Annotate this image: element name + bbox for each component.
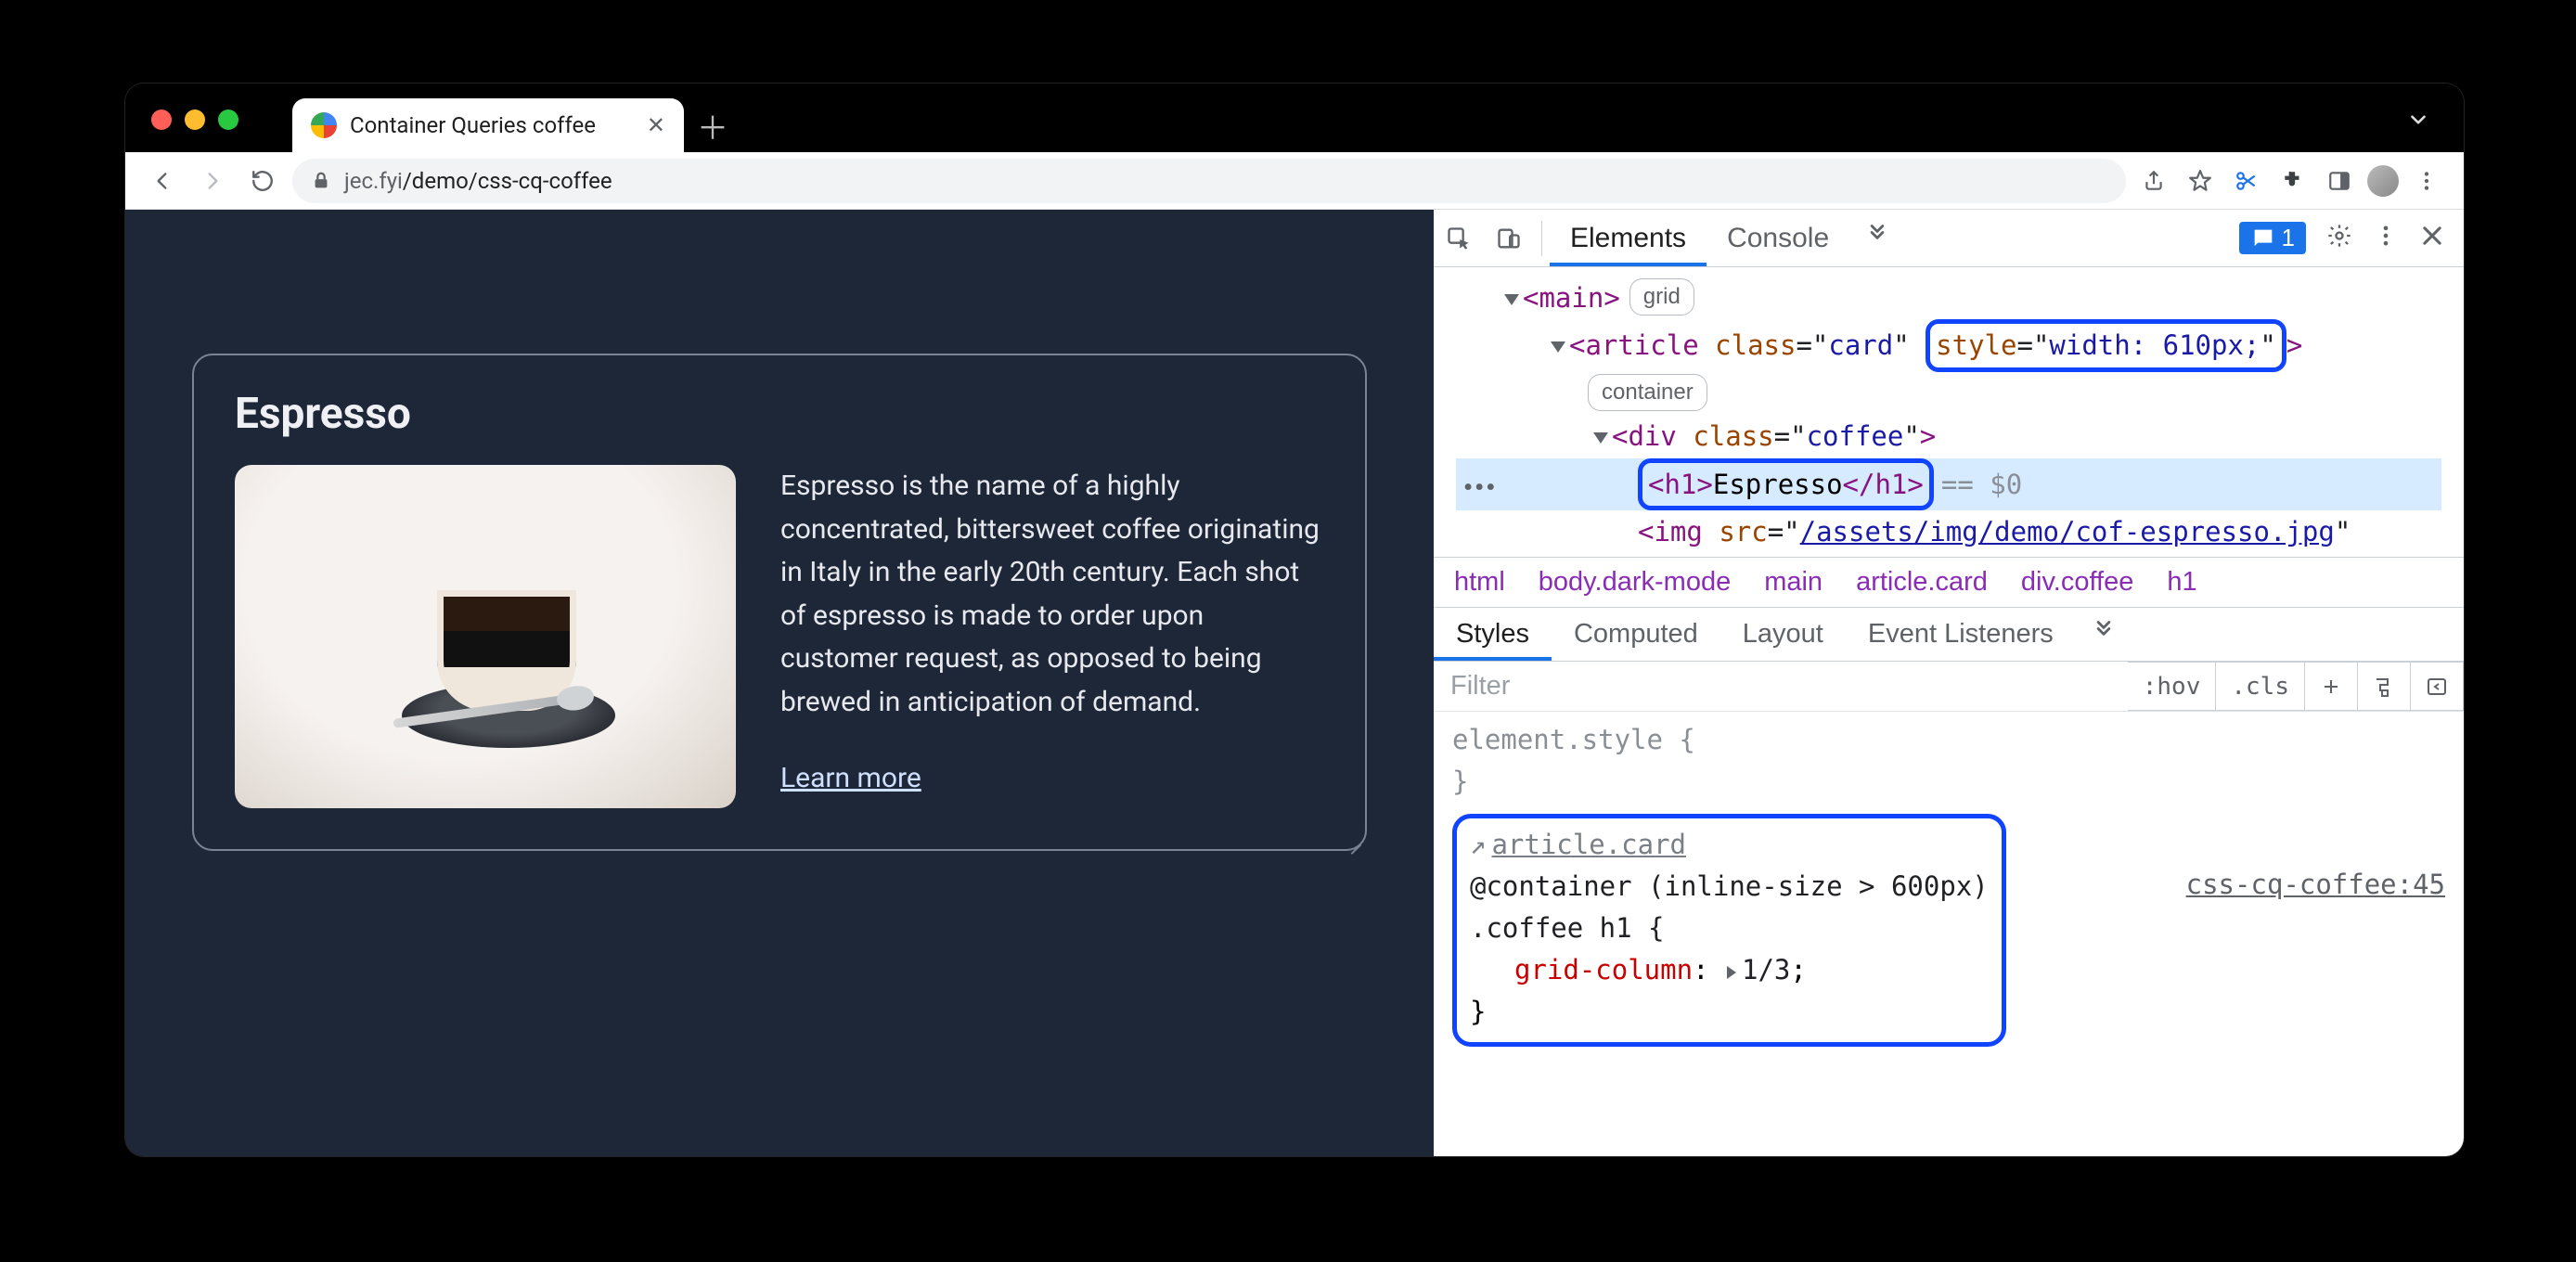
cls-toggle[interactable]: .cls bbox=[2216, 662, 2305, 711]
card-heading: Espresso bbox=[235, 389, 1324, 439]
crumb[interactable]: article.card bbox=[1856, 567, 1988, 598]
tab-styles[interactable]: Styles bbox=[1434, 608, 1552, 661]
highlight-h1-node: <h1>Espresso</h1> bbox=[1638, 458, 1934, 510]
crumb[interactable]: html bbox=[1454, 567, 1505, 598]
tab-strip: Container Queries coffee ✕ ＋ bbox=[125, 84, 2464, 152]
menu-icon[interactable] bbox=[2408, 162, 2445, 200]
reload-button[interactable] bbox=[242, 161, 283, 201]
more-styles-tabs[interactable] bbox=[2076, 619, 2132, 650]
bookmark-icon[interactable] bbox=[2182, 162, 2219, 200]
container-link[interactable]: article.card bbox=[1491, 829, 1686, 860]
window-minimize-button[interactable] bbox=[185, 109, 205, 130]
crumb[interactable]: h1 bbox=[2167, 567, 2196, 598]
styles-toolbar: Filter :hov .cls bbox=[1434, 662, 2464, 712]
learn-more-link[interactable]: Learn more bbox=[780, 757, 1324, 801]
coffee-card: Espresso Espresso is the name of a highl… bbox=[192, 354, 1367, 851]
browser-toolbar: jec.fyi/demo/css-cq-coffee bbox=[125, 152, 2464, 210]
dom-breadcrumbs[interactable]: html body.dark-mode main article.card di… bbox=[1434, 557, 2464, 608]
expand-shorthand-icon[interactable] bbox=[1727, 966, 1736, 979]
lock-icon bbox=[311, 171, 331, 191]
window-close-button[interactable] bbox=[151, 109, 172, 130]
badge-grid[interactable]: grid bbox=[1629, 278, 1694, 316]
issues-count: 1 bbox=[2282, 224, 2295, 252]
card-text: Espresso is the name of a highly concent… bbox=[780, 465, 1324, 801]
sidepanel-icon[interactable] bbox=[2321, 162, 2358, 200]
issues-badge[interactable]: 1 bbox=[2239, 222, 2306, 254]
new-style-rule-button[interactable] bbox=[2305, 662, 2358, 711]
dom-tree[interactable]: <main>grid <article class="card" style="… bbox=[1434, 267, 2464, 557]
devtools-panel: Elements Console 1 <main>grid <article c… bbox=[1434, 210, 2464, 1156]
url-text: jec.fyi/demo/css-cq-coffee bbox=[344, 168, 612, 194]
window-controls bbox=[151, 109, 238, 130]
new-tab-button[interactable]: ＋ bbox=[691, 104, 734, 147]
styles-filter-input[interactable]: Filter bbox=[1434, 671, 2128, 702]
favicon-icon bbox=[311, 112, 337, 138]
resize-handle[interactable] bbox=[1345, 829, 1361, 845]
tab-event-listeners[interactable]: Event Listeners bbox=[1846, 608, 2076, 661]
tab-title: Container Queries coffee bbox=[350, 112, 634, 138]
close-devtools-icon[interactable] bbox=[2419, 223, 2445, 253]
container-query-rule[interactable]: ↗article.card @container (inline-size > … bbox=[1452, 814, 2445, 1047]
styles-tabbar: Styles Computed Layout Event Listeners bbox=[1434, 608, 2464, 662]
tab-search-button[interactable] bbox=[2406, 108, 2430, 135]
browser-tab[interactable]: Container Queries coffee ✕ bbox=[292, 98, 684, 152]
rendered-page: Espresso Espresso is the name of a highl… bbox=[125, 210, 1434, 1156]
coffee-image bbox=[235, 465, 736, 808]
kebab-menu-icon[interactable] bbox=[2373, 223, 2399, 253]
extensions-icon[interactable] bbox=[2274, 162, 2312, 200]
hov-toggle[interactable]: :hov bbox=[2128, 662, 2217, 711]
tab-console[interactable]: Console bbox=[1707, 210, 1849, 266]
content-split: Espresso Espresso is the name of a highl… bbox=[125, 210, 2464, 1156]
tab-elements[interactable]: Elements bbox=[1550, 210, 1707, 266]
more-tabs-button[interactable] bbox=[1849, 223, 1905, 253]
forward-button[interactable] bbox=[192, 161, 233, 201]
toolbar-actions bbox=[2135, 162, 2445, 200]
styles-rules[interactable]: element.style { } ↗article.card @contain… bbox=[1434, 712, 2464, 1054]
inspect-element-icon[interactable] bbox=[1434, 225, 1484, 251]
share-icon[interactable] bbox=[2135, 162, 2172, 200]
computed-sidebar-toggle[interactable] bbox=[2411, 662, 2464, 711]
crumb[interactable]: div.coffee bbox=[2021, 567, 2133, 598]
settings-icon[interactable] bbox=[2326, 223, 2352, 253]
selected-dom-node[interactable]: ••• <h1>Espresso</h1>== $0 bbox=[1456, 458, 2441, 510]
highlight-container-rule: ↗article.card @container (inline-size > … bbox=[1452, 814, 2006, 1047]
tab-close-button[interactable]: ✕ bbox=[647, 112, 665, 138]
devtools-tabbar: Elements Console 1 bbox=[1434, 210, 2464, 267]
profile-avatar[interactable] bbox=[2367, 165, 2399, 197]
tab-computed[interactable]: Computed bbox=[1552, 608, 1720, 661]
browser-window: Container Queries coffee ✕ ＋ jec.fyi/dem… bbox=[125, 84, 2464, 1156]
address-bar[interactable]: jec.fyi/demo/css-cq-coffee bbox=[292, 159, 2126, 203]
paint-icon[interactable] bbox=[2358, 662, 2411, 711]
rule-source-link[interactable]: css-cq-coffee:45 bbox=[2186, 864, 2445, 906]
card-description: Espresso is the name of a highly concent… bbox=[780, 470, 1320, 718]
scissors-icon[interactable] bbox=[2228, 162, 2265, 200]
device-toggle-icon[interactable] bbox=[1484, 225, 1534, 251]
element-style-rule[interactable]: element.style { bbox=[1452, 719, 2445, 761]
window-maximize-button[interactable] bbox=[218, 109, 238, 130]
back-button[interactable] bbox=[142, 161, 183, 201]
crumb[interactable]: body.dark-mode bbox=[1539, 567, 1731, 598]
tab-layout[interactable]: Layout bbox=[1720, 608, 1846, 661]
badge-container[interactable]: container bbox=[1588, 374, 1707, 411]
highlight-style-attr: style="width: 610px;" bbox=[1926, 319, 2286, 371]
dom-actions-icon[interactable]: ••• bbox=[1463, 466, 1497, 509]
crumb[interactable]: main bbox=[1764, 567, 1823, 598]
